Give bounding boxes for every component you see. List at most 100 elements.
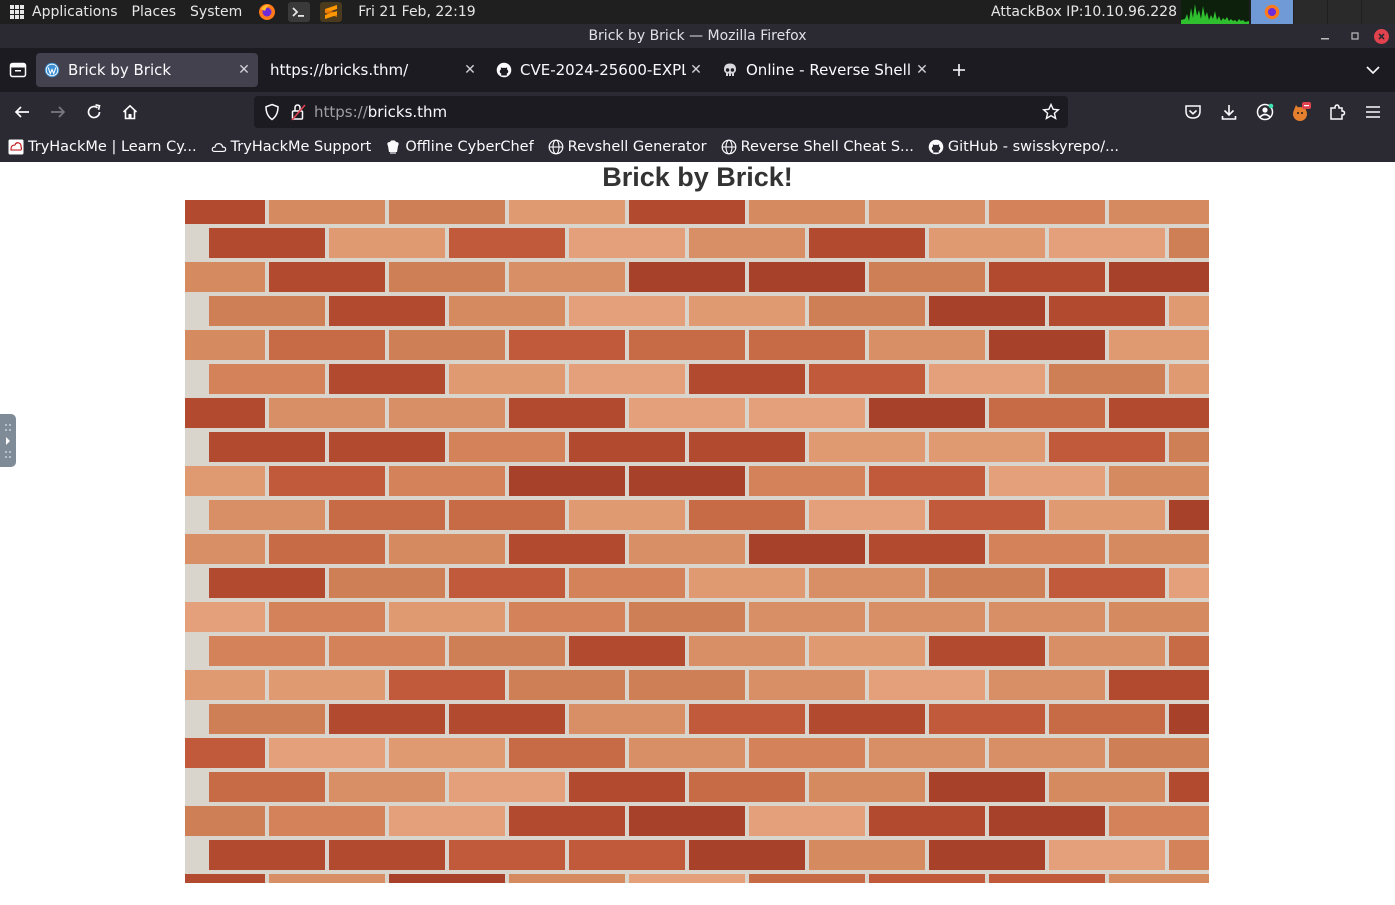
workspace-1-firefox-icon[interactable]	[1251, 0, 1293, 24]
applications-menu[interactable]: Applications	[32, 0, 118, 24]
window-titlebar[interactable]: Brick by Brick — Mozilla Firefox	[0, 24, 1395, 48]
side-panel-handle[interactable]	[0, 414, 16, 467]
tab-brick-by-brick[interactable]: Brick by Brick ✕	[36, 53, 258, 87]
extension-foxyproxy-icon[interactable]	[1283, 96, 1319, 128]
brick	[509, 602, 625, 632]
tab-close-icon[interactable]: ✕	[912, 60, 932, 80]
brick	[509, 398, 625, 428]
brick	[809, 432, 925, 462]
brick	[449, 500, 565, 530]
bookmark-github-swisskyrepo[interactable]: GitHub - swisskyrepo/...	[928, 139, 1119, 155]
desktop-top-panel: Applications Places System Fri 21 Feb, 2…	[0, 0, 1395, 24]
back-arrow-icon[interactable]	[4, 96, 40, 128]
applications-grid-icon[interactable]	[10, 5, 24, 19]
brick	[929, 636, 1045, 666]
brick	[989, 466, 1105, 496]
firefox-view-button[interactable]	[0, 48, 36, 92]
brick	[629, 806, 745, 836]
workspace-3[interactable]	[1327, 0, 1361, 24]
tab-cve-exploit[interactable]: CVE-2024-25600-EXPLOIT ✕	[488, 53, 710, 87]
bookmark-reverse-shell-cheat-sheet[interactable]: Reverse Shell Cheat S...	[721, 139, 914, 155]
brick	[449, 772, 565, 802]
brick	[389, 466, 505, 496]
brick	[629, 262, 745, 292]
brick	[389, 670, 505, 700]
reload-icon[interactable]	[76, 96, 112, 128]
brick	[989, 806, 1105, 836]
tab-close-icon[interactable]: ✕	[686, 60, 706, 80]
restore-button[interactable]	[1344, 25, 1366, 47]
list-all-tabs-chevron-down-icon[interactable]	[1361, 58, 1385, 82]
terminal-launcher-icon[interactable]	[288, 2, 311, 22]
brick	[269, 534, 385, 564]
system-menu[interactable]: System	[190, 0, 242, 24]
brick	[1169, 364, 1209, 394]
home-icon[interactable]	[112, 96, 148, 128]
workspace-2[interactable]	[1293, 0, 1327, 24]
bookmark-star-icon[interactable]	[1042, 103, 1060, 121]
brick	[329, 228, 445, 258]
brick	[809, 704, 925, 734]
brick	[509, 738, 625, 768]
brick	[449, 364, 565, 394]
tab-reverse-shell-generator[interactable]: Online - Reverse Shell Generator ✕	[714, 53, 936, 87]
brick	[869, 398, 985, 428]
url-text[interactable]: https://bricks.thm	[314, 103, 447, 121]
brick	[929, 704, 1045, 734]
account-icon[interactable]	[1247, 96, 1283, 128]
brick	[929, 500, 1045, 530]
brick	[1169, 636, 1209, 666]
brick	[509, 806, 625, 836]
tab-close-icon[interactable]: ✕	[460, 60, 480, 80]
brick	[389, 806, 505, 836]
bookmark-tryhackme-support[interactable]: TryHackMe Support	[211, 139, 372, 155]
brick	[209, 228, 325, 258]
bookmark-revshell-generator[interactable]: Revshell Generator	[548, 139, 707, 155]
tracking-protection-shield-icon[interactable]	[264, 103, 280, 121]
window-close-button[interactable]	[1374, 28, 1389, 44]
brick	[1169, 296, 1209, 326]
brick	[689, 636, 805, 666]
brick	[629, 200, 745, 224]
brick	[569, 500, 685, 530]
sublime-text-launcher-icon[interactable]	[320, 2, 343, 22]
bookmark-offline-cyberchef[interactable]: Offline CyberChef	[385, 139, 534, 155]
brick	[1109, 466, 1209, 496]
tab-bricks-thm[interactable]: https://bricks.thm/ ✕	[262, 53, 484, 87]
brick	[809, 364, 925, 394]
hamburger-menu-icon[interactable]	[1355, 96, 1391, 128]
brick	[689, 500, 805, 530]
brick	[449, 228, 565, 258]
url-scheme: https://	[314, 103, 368, 121]
brick	[989, 874, 1105, 883]
brick	[185, 874, 265, 883]
bookmarks-toolbar: TryHackMe | Learn Cy... TryHackMe Suppor…	[0, 132, 1395, 162]
insecure-lock-icon[interactable]	[290, 103, 306, 121]
brick	[329, 364, 445, 394]
bookmark-tryhackme[interactable]: TryHackMe | Learn Cy...	[8, 139, 197, 155]
brick	[389, 200, 505, 224]
bookmark-label: TryHackMe Support	[230, 139, 372, 155]
brick	[269, 806, 385, 836]
brick	[989, 670, 1105, 700]
brick	[269, 330, 385, 360]
firefox-launcher-icon[interactable]	[256, 2, 278, 22]
brick	[629, 602, 745, 632]
places-menu[interactable]: Places	[132, 0, 177, 24]
brick	[1169, 840, 1209, 870]
forward-arrow-icon[interactable]	[40, 96, 76, 128]
workspace-4[interactable]	[1361, 0, 1395, 24]
url-bar[interactable]: https://bricks.thm	[254, 96, 1068, 128]
brick	[989, 398, 1105, 428]
downloads-icon[interactable]	[1211, 96, 1247, 128]
minimize-button[interactable]	[1314, 25, 1336, 47]
navigation-toolbar: https://bricks.thm	[0, 92, 1395, 132]
brick	[509, 466, 625, 496]
panel-clock[interactable]: Fri 21 Feb, 22:19	[358, 0, 475, 24]
pocket-icon[interactable]	[1175, 96, 1211, 128]
tab-close-icon[interactable]: ✕	[234, 60, 254, 80]
system-monitor-graph[interactable]	[1181, 0, 1249, 24]
new-tab-plus-icon[interactable]	[944, 55, 974, 85]
extensions-puzzle-icon[interactable]	[1319, 96, 1355, 128]
brick	[185, 330, 265, 360]
